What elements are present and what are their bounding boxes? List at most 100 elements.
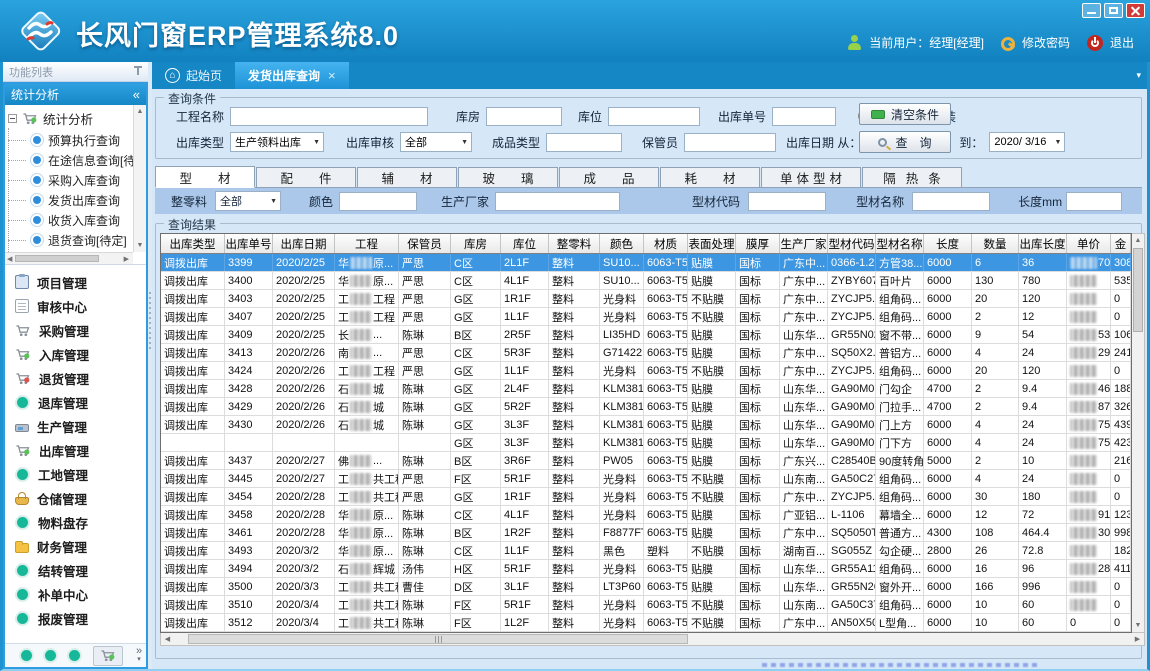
product-type-input[interactable] <box>546 133 622 152</box>
scroll-right-icon[interactable]: ▶ <box>124 255 129 263</box>
color-input[interactable] <box>339 192 417 211</box>
tab-list-dropdown-icon[interactable]: ▾ <box>1136 70 1141 81</box>
column-header-whole_part[interactable]: 整零料 <box>549 234 600 253</box>
table-row[interactable]: 调拨出库34282020/2/26石城陈琳G区2L4F整料KLM38176063… <box>161 380 1131 398</box>
table-row[interactable]: 调拨出库34242020/2/26工工程严思G区1L1F整料光身料6063-T5… <box>161 362 1131 380</box>
module-dot-icon[interactable] <box>21 650 32 661</box>
table-row[interactable]: 调拨出库34452020/2/27工共工程严思F区5R1F整料光身料6063-T… <box>161 470 1131 488</box>
table-row[interactable]: 调拨出库34292020/2/26石城陈琳G区5R2F整料KLM38176063… <box>161 398 1131 416</box>
scrollbar-thumb[interactable] <box>188 634 688 644</box>
column-header-location[interactable]: 库位 <box>501 234 549 253</box>
column-header-name[interactable]: 型材名称 <box>876 234 924 253</box>
table-row[interactable]: 调拨出库34372020/2/27佛...陈琳B区3R6F整料PW056063-… <box>161 452 1131 470</box>
code-input[interactable] <box>748 192 826 211</box>
column-header-manufacturer[interactable]: 生产厂家 <box>780 234 828 253</box>
order-no-input[interactable] <box>772 107 836 126</box>
sidebar-module-退库管理[interactable]: 退库管理 <box>5 390 146 414</box>
warehouse-input[interactable] <box>486 107 562 126</box>
scroll-down-icon[interactable]: ▼ <box>137 242 144 249</box>
table-row[interactable]: 调拨出库35102020/3/4工共工程陈琳F区5R1F整料光身料6063-T5… <box>161 596 1131 614</box>
tree-root-node[interactable]: 统计分析 <box>5 105 133 130</box>
change-password-link[interactable]: 修改密码 <box>1022 34 1070 51</box>
sidebar-module-物料盘存[interactable]: 物料盘存 <box>5 510 146 534</box>
column-header-surface[interactable]: 表面处理 <box>688 234 736 253</box>
module-dot-icon[interactable] <box>45 650 56 661</box>
tree-vertical-scrollbar[interactable]: ▲ ▼ <box>133 105 146 252</box>
sidebar-module-审核中心[interactable]: 审核中心 <box>5 294 146 318</box>
sidebar-module-退货管理[interactable]: 退货管理 <box>5 366 146 390</box>
column-header-qty[interactable]: 数量 <box>972 234 1019 253</box>
footer-expander[interactable]: » ▾ <box>136 648 142 663</box>
column-header-project[interactable]: 工程 <box>335 234 399 253</box>
table-row[interactable]: 调拨出库35122020/3/4工共工程陈琳F区1L2F整料光身料6063-T5… <box>161 614 1131 632</box>
table-row[interactable]: 调拨出库34002020/2/25华原...严思C区4L1F整料SU10...6… <box>161 272 1131 290</box>
table-row[interactable]: 调拨出库34072020/2/25工工程严思G区1L1F整料光身料6063-T5… <box>161 308 1131 326</box>
sidebar-module-采购管理[interactable]: 采购管理 <box>5 318 146 342</box>
table-row[interactable]: 调拨出库34032020/2/25工工程严思G区1R1F整料光身料6063-T5… <box>161 290 1131 308</box>
material-tab-隔热条[interactable]: 隔热条 <box>862 167 962 188</box>
minimize-icon[interactable] <box>1082 3 1101 18</box>
sidebar-tree-item[interactable]: 退货查询[待定] <box>18 230 133 250</box>
length-input[interactable] <box>1066 192 1122 211</box>
material-tab-配件[interactable]: 配件 <box>256 167 356 188</box>
tab-close-icon[interactable]: × <box>328 68 336 83</box>
column-header-length[interactable]: 长度 <box>924 234 972 253</box>
column-header-order_no[interactable]: 出库单号 <box>225 234 273 253</box>
table-row[interactable]: 调拨出库34582020/2/28华原...陈琳C区4L1F整料光身料6063-… <box>161 506 1131 524</box>
table-row[interactable]: 调拨出库34932020/3/2华原...陈琳C区1L1F整料黑色塑料不贴膜国标… <box>161 542 1131 560</box>
table-row[interactable]: G区3L3F整料KLM38176063-T5贴膜国标山东华...GA90M09.… <box>161 434 1131 452</box>
scroll-left-icon[interactable]: ◀ <box>161 635 174 643</box>
table-row[interactable]: 调拨出库34092020/2/25长...陈琳B区2R5F整料LI35HD606… <box>161 326 1131 344</box>
table-row[interactable]: 调拨出库34132020/2/26南...严思C区5R3F整料G71422606… <box>161 344 1131 362</box>
tab-shipping-outbound-query[interactable]: 发货出库查询× <box>235 62 349 89</box>
scroll-left-icon[interactable]: ◀ <box>7 255 12 263</box>
sidebar-module-生产管理[interactable]: 生产管理 <box>5 414 146 438</box>
sidebar-module-入库管理[interactable]: 入库管理 <box>5 342 146 366</box>
column-header-out_type[interactable]: 出库类型 <box>161 234 225 253</box>
column-header-material[interactable]: 材质 <box>644 234 688 253</box>
table-row[interactable]: 调拨出库34302020/2/26石城陈琳G区3L3F整料KLM38176063… <box>161 416 1131 434</box>
tab-home[interactable]: ⌂起始页 <box>152 62 235 89</box>
tree-horizontal-scrollbar[interactable]: ◀ ▶ <box>5 252 133 264</box>
material-tab-型材[interactable]: 型材 <box>155 166 255 188</box>
column-header-unit_price[interactable]: 单价 <box>1067 234 1111 253</box>
material-tab-辅材[interactable]: 辅材 <box>357 167 457 188</box>
sidebar-module-报废管理[interactable]: 报废管理 <box>5 606 146 630</box>
location-input[interactable] <box>608 107 700 126</box>
column-header-color[interactable]: 颜色 <box>600 234 644 253</box>
logout-link[interactable]: 退出 <box>1110 34 1134 51</box>
sidebar-tree-item[interactable]: 发货出库查询 <box>18 190 133 210</box>
sidebar-module-结转管理[interactable]: 结转管理 <box>5 558 146 582</box>
tree-expander-icon[interactable] <box>8 114 17 123</box>
audit-select[interactable]: 全部 ▼ <box>400 132 472 152</box>
sidebar-module-财务管理[interactable]: 财务管理 <box>5 534 146 558</box>
whole-part-select[interactable]: 全部 ▼ <box>215 191 281 211</box>
search-button[interactable]: 查 询 <box>859 131 951 153</box>
scroll-up-icon[interactable]: ▲ <box>1132 234 1144 247</box>
close-icon[interactable] <box>1126 3 1145 18</box>
name-input[interactable] <box>912 192 990 211</box>
table-row[interactable]: 调拨出库34942020/3/2石辉城汤伟H区5R1F整料光身料6063-T5贴… <box>161 560 1131 578</box>
scrollbar-thumb[interactable] <box>15 255 99 262</box>
scroll-right-icon[interactable]: ▶ <box>1131 635 1144 643</box>
sidebar-tree-item[interactable]: 收货入库查询 <box>18 210 133 230</box>
project-name-input[interactable] <box>230 107 428 126</box>
column-header-out_length[interactable]: 出库长度 <box>1019 234 1067 253</box>
material-tab-成品[interactable]: 成品 <box>559 167 659 188</box>
material-tab-单体型材[interactable]: 单体型材 <box>761 167 861 188</box>
table-row[interactable]: 调拨出库33992020/2/25华原...严思C区2L1F整料SU10...6… <box>161 254 1131 272</box>
module-dot-icon[interactable] <box>69 650 80 661</box>
footer-cart-button[interactable] <box>93 646 123 666</box>
column-header-out_date[interactable]: 出库日期 <box>273 234 335 253</box>
scroll-down-icon[interactable]: ▼ <box>1132 619 1144 632</box>
date-to-select[interactable]: 2020/ 3/16 ▼ <box>989 132 1065 152</box>
scroll-up-icon[interactable]: ▲ <box>137 108 144 115</box>
table-row[interactable]: 调拨出库34612020/2/28华原...陈琳B区1R2F整料F8877FT6… <box>161 524 1131 542</box>
material-tab-耗材[interactable]: 耗材 <box>660 167 760 188</box>
table-row[interactable]: 调拨出库34542020/2/28工共工程严思G区1R1F整料光身料6063-T… <box>161 488 1131 506</box>
sidebar-module-仓储管理[interactable]: 仓储管理 <box>5 486 146 510</box>
sidebar-tree-item[interactable]: 采购入库查询 <box>18 170 133 190</box>
sidebar-module-工地管理[interactable]: 工地管理 <box>5 462 146 486</box>
column-header-amount[interactable]: 金 <box>1111 234 1131 253</box>
sidebar-module-项目管理[interactable]: 项目管理 <box>5 270 146 294</box>
